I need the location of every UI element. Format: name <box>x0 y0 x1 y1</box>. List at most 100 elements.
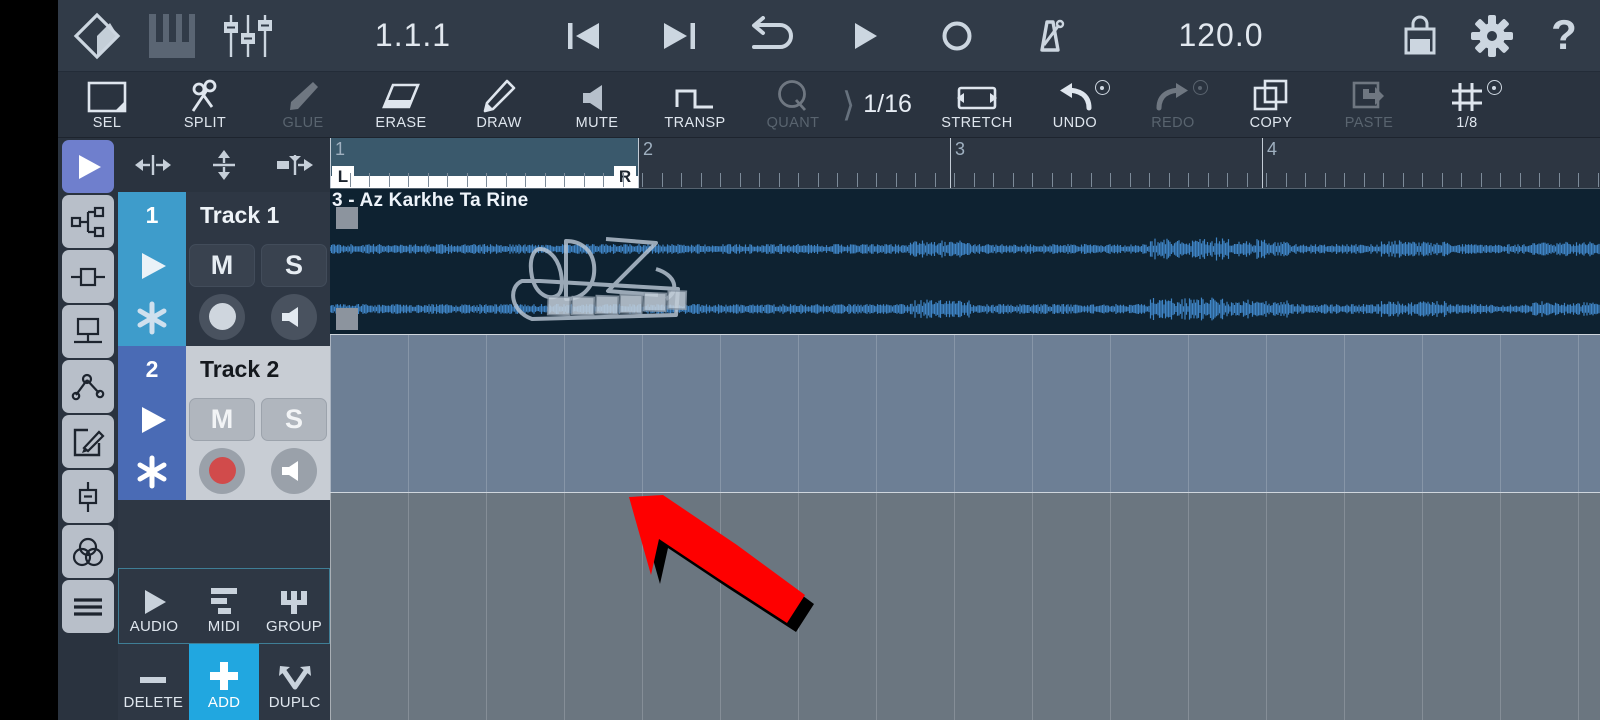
beat-grid-line <box>1344 493 1345 720</box>
undo-options-badge[interactable] <box>1094 80 1110 95</box>
track-solo-button[interactable]: S <box>261 244 327 287</box>
sidebar-item-menu[interactable] <box>62 580 114 633</box>
tool-sel[interactable]: SEL <box>58 72 156 137</box>
tool-label: MUTE <box>575 114 619 131</box>
ruler-tick <box>857 173 858 187</box>
loop-bar[interactable] <box>330 176 638 188</box>
undo-arrow-icon <box>1056 79 1094 113</box>
track-mute-button[interactable]: M <box>189 398 255 441</box>
track-name[interactable]: Track 1 <box>186 192 330 229</box>
track-record-button[interactable] <box>199 447 245 494</box>
clip-start-handle[interactable] <box>336 207 358 229</box>
add-type-group[interactable]: GROUP <box>259 569 329 643</box>
delete-track-button[interactable]: DELETE <box>118 644 189 720</box>
tool-erase[interactable]: ERASE <box>352 72 450 137</box>
loop-button[interactable] <box>724 0 817 72</box>
sidebar-item-arranger[interactable] <box>62 140 114 193</box>
add-track-label: ADD <box>207 694 241 711</box>
zoom-vertical-button[interactable] <box>189 148 260 182</box>
clip-bottom-handle[interactable] <box>336 308 358 330</box>
sidebar-item-monitor[interactable] <box>62 305 114 358</box>
playhead-position-display[interactable]: 1.1.1 <box>288 17 538 54</box>
record-button[interactable] <box>910 0 1003 72</box>
track-volume-button[interactable] <box>271 293 317 340</box>
track-row-2[interactable]: 2 Track 2 M S <box>118 346 330 500</box>
metronome-button[interactable] <box>1003 0 1096 72</box>
track-mute-cell[interactable]: M <box>186 394 258 445</box>
track-fx-button[interactable] <box>118 292 186 344</box>
ruler-tick <box>447 173 448 187</box>
duplicate-track-button[interactable]: DUPLC <box>259 644 330 720</box>
arrangement-view[interactable]: L R 1234 3 - Az Karkhe Ta Rine <box>330 138 1600 720</box>
loop-end-marker[interactable]: R <box>614 166 636 188</box>
sidebar-item-effect[interactable] <box>62 250 114 303</box>
shopping-bag-icon[interactable] <box>1384 0 1456 72</box>
tool-grid-snap[interactable]: 1/8 <box>1418 72 1516 137</box>
play-button[interactable] <box>817 0 910 72</box>
track-2-lane[interactable] <box>330 334 1600 492</box>
tool-stretch[interactable]: STRETCH <box>928 72 1026 137</box>
ruler-tick <box>1442 173 1443 187</box>
track-record-cell[interactable] <box>186 291 258 342</box>
tool-undo[interactable]: UNDO <box>1026 72 1124 137</box>
track-mute-cell[interactable]: M <box>186 240 258 291</box>
tool-quant[interactable]: QUANT <box>744 72 842 137</box>
add-type-audio[interactable]: AUDIO <box>119 569 189 643</box>
arrangement-empty-area[interactable] <box>330 492 1600 720</box>
grid-options-badge[interactable] <box>1486 80 1502 95</box>
redo-options-badge[interactable] <box>1192 80 1208 95</box>
track-row-1[interactable]: 1 Track 1 M S <box>118 192 330 346</box>
track-play-button[interactable] <box>118 394 186 446</box>
fit-tracks-button[interactable] <box>259 152 330 178</box>
track-volume-cell[interactable] <box>258 445 330 496</box>
add-type-midi[interactable]: MIDI <box>189 569 259 643</box>
track-volume-button[interactable] <box>271 447 317 494</box>
tool-paste[interactable]: PASTE <box>1320 72 1418 137</box>
tempo-display[interactable]: 120.0 <box>1096 17 1346 54</box>
track-play-button[interactable] <box>118 240 186 292</box>
tool-copy[interactable]: COPY <box>1222 72 1320 137</box>
sidebar-item-editor[interactable] <box>62 415 114 468</box>
track-fx-button[interactable] <box>118 446 186 498</box>
tool-label: COPY <box>1249 114 1293 131</box>
skip-to-start-button[interactable] <box>538 0 631 72</box>
audio-clip-track-1[interactable]: 3 - Az Karkhe Ta Rine <box>330 188 1600 334</box>
loop-region[interactable] <box>330 138 638 176</box>
tool-glue[interactable]: GLUE <box>254 72 352 137</box>
track-mute-button[interactable]: M <box>189 244 255 287</box>
add-track-button[interactable]: ADD <box>188 644 260 720</box>
sidebar-item-routing[interactable] <box>62 195 114 248</box>
glue-bottle-icon <box>285 79 321 113</box>
ruler-tick <box>1032 173 1033 187</box>
tool-split[interactable]: SPLIT <box>156 72 254 137</box>
skip-to-end-button[interactable] <box>631 0 724 72</box>
sidebar-item-channel[interactable] <box>62 470 114 523</box>
zoom-horizontal-button[interactable] <box>118 152 189 178</box>
tool-label: SPLIT <box>183 114 227 131</box>
sidebar-item-automation[interactable] <box>62 360 114 413</box>
track-record-cell[interactable] <box>186 445 258 496</box>
tool-draw[interactable]: DRAW <box>450 72 548 137</box>
sidebar-item-mix[interactable] <box>62 525 114 578</box>
track-name[interactable]: Track 2 <box>186 346 330 383</box>
track-solo-cell[interactable]: S <box>258 394 330 445</box>
track-solo-cell[interactable]: S <box>258 240 330 291</box>
faders-mixer-icon[interactable] <box>208 0 288 72</box>
beat-grid-line <box>486 335 487 492</box>
tool-redo[interactable]: REDO <box>1124 72 1222 137</box>
ruler-tick <box>740 173 741 187</box>
question-mark-icon[interactable]: ? <box>1528 0 1600 72</box>
cube-logo-icon[interactable] <box>58 0 136 72</box>
track-number: 1 <box>145 202 159 228</box>
timeline-ruler[interactable]: L R 1234 <box>330 138 1600 188</box>
gear-icon[interactable] <box>1456 0 1528 72</box>
track-volume-cell[interactable] <box>258 291 330 342</box>
tool-mute[interactable]: MUTE <box>548 72 646 137</box>
track-record-button[interactable] <box>199 293 245 340</box>
quantize-value[interactable]: 1/16 <box>857 90 928 119</box>
track-solo-button[interactable]: S <box>261 398 327 441</box>
piano-keyboard-icon[interactable] <box>136 0 208 72</box>
duplicate-arrow-icon <box>277 653 313 693</box>
tool-transp[interactable]: TRANSP <box>646 72 744 137</box>
beat-grid-line <box>408 335 409 492</box>
